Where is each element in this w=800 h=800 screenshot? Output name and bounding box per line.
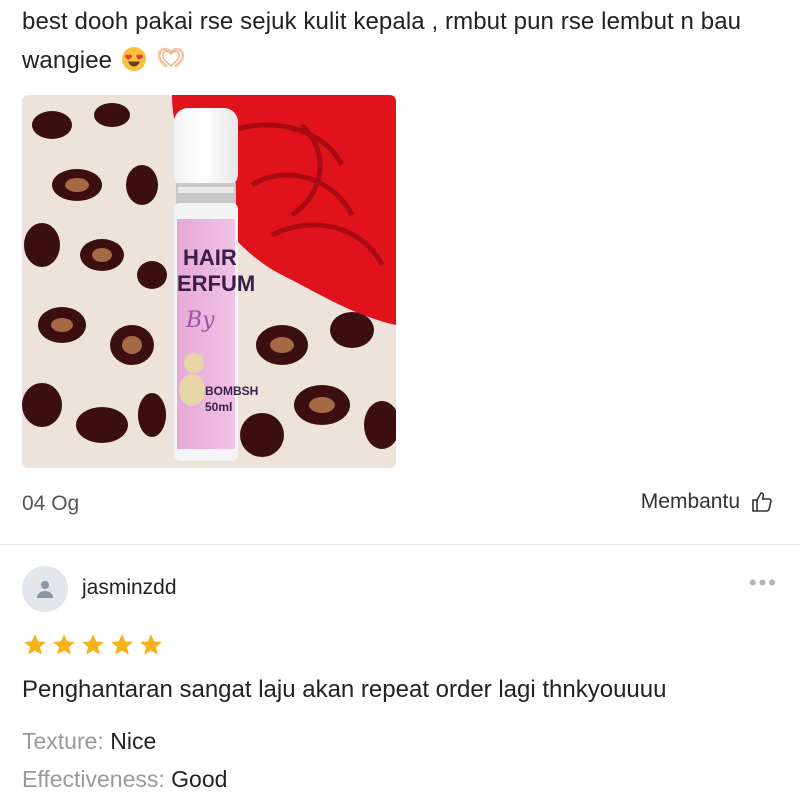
volume-label: 50ml — [205, 400, 232, 414]
heart-eyes-emoji-icon — [121, 45, 147, 84]
attribute-effectiveness: Effectiveness: Good — [22, 766, 227, 793]
attribute-key: Texture: — [22, 728, 104, 754]
variant-label: BOMBSH — [205, 384, 258, 398]
heart-hands-emoji-icon — [156, 45, 186, 84]
user-icon — [37, 581, 53, 598]
review-photo[interactable]: HAIR ERFUM By BOMBSH 50ml — [22, 95, 396, 468]
review-date: 04 Og — [22, 492, 80, 515]
star-icon — [111, 634, 133, 655]
star-icon — [53, 634, 75, 655]
attribute-key: Effectiveness: — [22, 766, 165, 792]
product-name-line2: ERFUM — [177, 271, 255, 296]
review-body: Penghantaran sangat laju akan repeat ord… — [22, 676, 667, 703]
attribute-value: Good — [171, 766, 228, 792]
thumbs-up-icon — [752, 492, 772, 512]
product-photo-image: HAIR ERFUM By BOMBSH 50ml — [22, 95, 396, 468]
star-icon — [24, 634, 46, 655]
username[interactable]: jasminzdd — [82, 576, 177, 600]
avatar[interactable] — [22, 566, 68, 612]
attribute-value: Nice — [110, 728, 157, 754]
product-name-line1: HAIR — [183, 245, 237, 270]
helpful-label: Membantu — [640, 490, 740, 513]
more-options-icon[interactable]: ••• — [749, 570, 778, 596]
divider — [0, 544, 800, 545]
helpful-button[interactable]: Membantu — [641, 490, 774, 514]
brand-script: By — [185, 308, 215, 333]
star-rating — [22, 632, 164, 658]
review-text: best dooh pakai rse sejuk kulit kepala ,… — [22, 2, 782, 84]
star-icon — [140, 634, 162, 655]
star-icon — [82, 634, 104, 655]
attribute-texture: Texture: Nice — [22, 728, 156, 755]
